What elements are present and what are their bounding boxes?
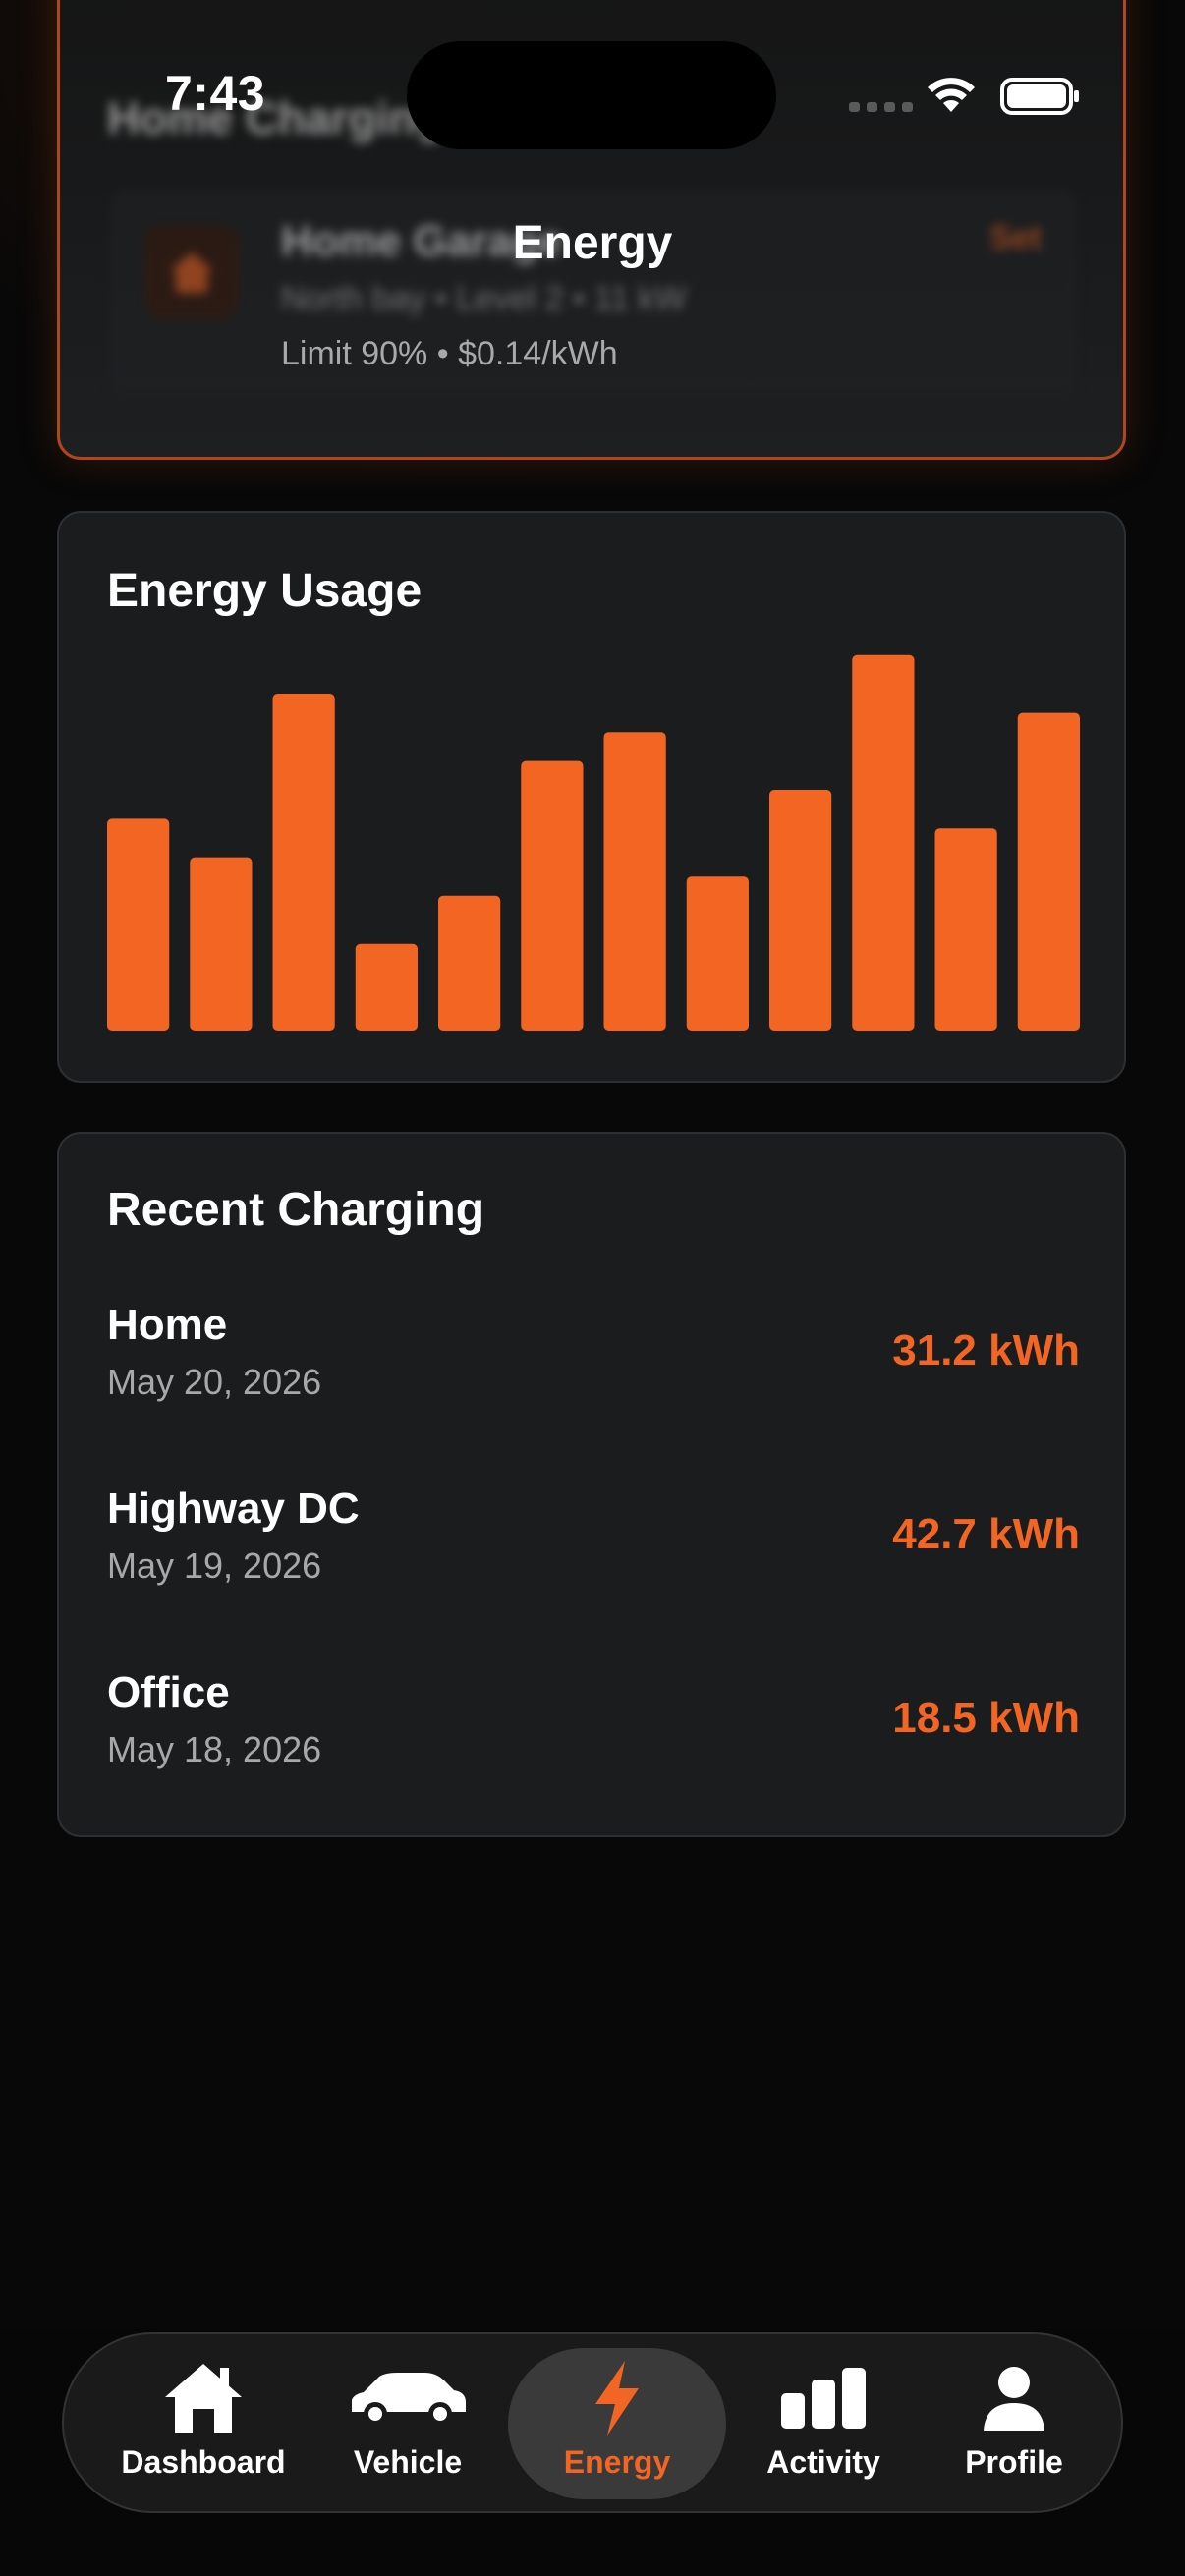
- tab-vehicle[interactable]: Vehicle: [310, 2348, 506, 2499]
- recent-charging-title: Recent Charging: [107, 1184, 485, 1236]
- usage-bar: [272, 694, 335, 1031]
- battery-icon: [1000, 78, 1079, 115]
- tab-profile[interactable]: Profile: [919, 2348, 1109, 2499]
- status-bar: 7:43: [0, 0, 1185, 196]
- usage-bar: [934, 828, 997, 1031]
- bolt-icon: [595, 2361, 639, 2436]
- recent-charging-card: Recent Charging Home May 20, 2026 31.2 k…: [57, 1132, 1126, 1837]
- status-time: 7:43: [165, 66, 266, 121]
- usage-bar: [521, 760, 584, 1031]
- charger-spec: North bay • Level 2 • 11 kW: [281, 280, 687, 317]
- tab-dashboard[interactable]: Dashboard: [103, 2348, 304, 2499]
- tab-label: Dashboard: [121, 2444, 286, 2480]
- tab-energy[interactable]: Energy: [508, 2348, 726, 2499]
- page-title: Energy: [512, 217, 673, 269]
- usage-bar: [686, 876, 749, 1031]
- usage-bar: [190, 857, 253, 1031]
- energy-usage-chart: [107, 645, 1080, 1031]
- dynamic-island: [407, 41, 776, 149]
- usage-bar: [1017, 712, 1080, 1031]
- energy-usage-title: Energy Usage: [107, 565, 423, 617]
- session-name: Office: [107, 1668, 230, 1716]
- energy-usage-bars: [107, 654, 1080, 1031]
- session-name: Highway DC: [107, 1484, 360, 1533]
- tab-label: Vehicle: [353, 2444, 463, 2480]
- usage-bar: [107, 818, 170, 1031]
- tab-activity[interactable]: Activity: [728, 2348, 919, 2499]
- person-icon: [984, 2367, 1044, 2431]
- session-energy: 18.5 kWh: [892, 1694, 1080, 1742]
- bar-chart-icon: [781, 2368, 866, 2429]
- session-energy: 31.2 kWh: [892, 1326, 1080, 1374]
- session-row[interactable]: Home May 20, 2026 31.2 kWh: [107, 1301, 1080, 1428]
- usage-bar: [355, 943, 418, 1031]
- usage-bar: [438, 895, 501, 1031]
- session-date: May 19, 2026: [107, 1545, 322, 1586]
- usage-bar: [769, 790, 832, 1031]
- session-energy: 42.7 kWh: [892, 1510, 1080, 1558]
- usage-bar: [852, 654, 915, 1031]
- session-name: Home: [107, 1301, 228, 1349]
- session-date: May 18, 2026: [107, 1729, 322, 1769]
- cellular-signal-icon: [849, 102, 913, 112]
- wifi-icon: [928, 78, 975, 112]
- session-date: May 20, 2026: [107, 1362, 322, 1402]
- car-icon: [352, 2373, 466, 2426]
- charger-limit: Limit 90% • $0.14/kWh: [281, 335, 618, 372]
- tab-label: Activity: [766, 2444, 880, 2480]
- tab-bar: Dashboard Vehicle Energy Activity Profil…: [62, 2332, 1123, 2513]
- session-row[interactable]: Highway DC May 19, 2026 42.7 kWh: [107, 1484, 1080, 1612]
- energy-usage-card: Energy Usage: [57, 511, 1126, 1083]
- session-row[interactable]: Office May 18, 2026 18.5 kWh: [107, 1668, 1080, 1796]
- tab-label: Energy: [563, 2444, 671, 2480]
- tab-label: Profile: [965, 2444, 1063, 2480]
- house-icon: [165, 2364, 242, 2433]
- usage-bar: [603, 732, 666, 1031]
